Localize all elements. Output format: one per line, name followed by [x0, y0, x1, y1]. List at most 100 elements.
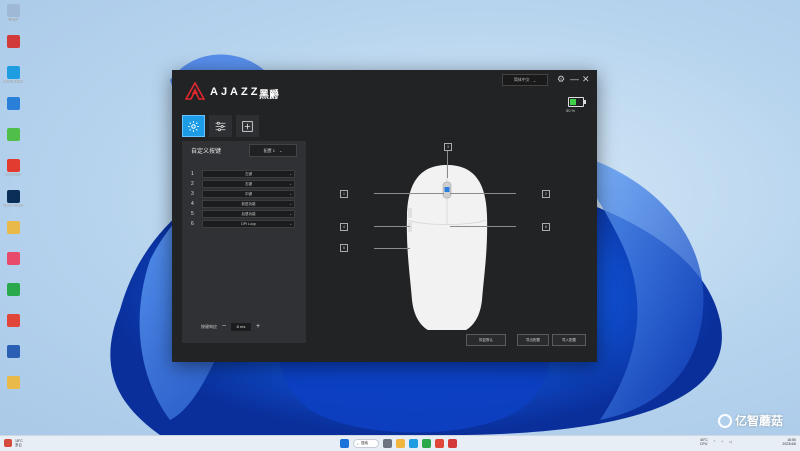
taskbar-search[interactable]: ⌕ 搜索: [353, 439, 379, 448]
weather-widget[interactable]: 18°C 多云: [4, 439, 23, 447]
desktop-icon[interactable]: Adobe Photoshop: [3, 190, 23, 214]
cpu-label: CPU: [700, 442, 708, 446]
edge-icon[interactable]: [409, 439, 418, 448]
button-row-1: 1 左键 ⌄: [191, 170, 295, 178]
desktop-icon[interactable]: 回收站: [3, 4, 23, 28]
callout-1: 1: [340, 190, 348, 198]
button-row-5: 5 后退功能 ⌄: [191, 210, 295, 218]
chevron-down-icon: ⌄: [289, 192, 292, 196]
desktop-icon[interactable]: [3, 252, 23, 276]
system-tray: 40°C CPU ⌃ ◠ ◁: [700, 438, 732, 446]
desktop-app-icon: [6, 190, 20, 203]
button-number: 4: [191, 201, 194, 207]
tab-sliders[interactable]: [209, 115, 232, 137]
desktop-app-icon: [6, 4, 20, 17]
battery-icon: [568, 97, 586, 107]
button-function-select[interactable]: 左键 ⌄: [202, 170, 295, 178]
add-square-icon: [242, 120, 253, 132]
brand-name-cn: 黑爵: [259, 90, 279, 101]
debounce-label: 按键响应: [201, 324, 217, 329]
search-icon: ⌕: [357, 441, 359, 446]
panel-title: 自定义按键: [191, 149, 222, 155]
desktop-icon[interactable]: [3, 345, 23, 369]
chevron-down-icon: ⌄: [532, 77, 537, 83]
chevron-down-icon: ⌄: [289, 222, 292, 226]
gear-icon: [188, 120, 199, 132]
volume-icon[interactable]: ◁: [729, 440, 732, 444]
desktop-icon[interactable]: [3, 221, 23, 245]
chevron-down-icon: ⌄: [289, 172, 292, 176]
minimize-button[interactable]: —: [570, 73, 579, 85]
close-button[interactable]: ✕: [582, 73, 590, 85]
start-windows-icon[interactable]: [340, 439, 349, 448]
desktop-app-icon: [6, 97, 20, 110]
language-select[interactable]: 简体中文 ⌄: [502, 74, 548, 86]
button-number: 3: [191, 191, 194, 197]
export-config-button[interactable]: 导出配置: [517, 334, 549, 346]
button-number: 6: [191, 221, 194, 227]
taskbar-search-label: 搜索: [360, 441, 368, 445]
button-function-value: 右键: [245, 181, 252, 186]
desktop-icon[interactable]: [3, 35, 23, 59]
taskbar-apps: ⌕ 搜索: [340, 439, 457, 448]
config-select-value: 配置 1: [263, 147, 275, 153]
tab-settings[interactable]: [182, 115, 205, 137]
ajazz-app-window: AJAZZ 黑爵 简体中文 ⌄ ⚙ — ✕ 50 % 自定义按键 配置 1 ⌄ …: [172, 70, 597, 362]
restore-default-button[interactable]: 恢复默认: [466, 334, 506, 346]
store-icon[interactable]: [422, 439, 431, 448]
taskbar: 18°C 多云 ⌕ 搜索 40°C CPU ⌃ ◠ ◁ 16:50 2023/4…: [0, 435, 800, 451]
desktop-icon[interactable]: [3, 376, 23, 400]
weather-desc: 多云: [15, 443, 22, 447]
watermark: 亿智蘑菇: [718, 412, 783, 429]
desktop-app-icon: [6, 283, 20, 296]
task-view-icon[interactable]: [383, 439, 392, 448]
debounce-decrease-button[interactable]: −: [220, 323, 228, 331]
button-function-select[interactable]: 右键 ⌄: [202, 180, 295, 188]
ajazz-taskbar-icon[interactable]: [448, 439, 457, 448]
import-config-button[interactable]: 导入配置: [552, 334, 586, 346]
file-explorer-icon[interactable]: [396, 439, 405, 448]
desktop-icon[interactable]: [3, 314, 23, 338]
button-function-select[interactable]: DPI Loop ⌄: [202, 220, 295, 228]
desktop-icon[interactable]: WPS Office: [3, 159, 23, 183]
desktop-app-icon: [6, 345, 20, 358]
desktop-icon[interactable]: [3, 283, 23, 307]
brand-name: AJAZZ: [210, 86, 261, 98]
battery-fill: [570, 99, 576, 105]
tab-macro[interactable]: [236, 115, 259, 137]
desktop-icon[interactable]: Microsoft Edge: [3, 66, 23, 90]
chevron-up-icon[interactable]: ⌃: [713, 440, 716, 444]
clock-date: 2023/4/6: [782, 442, 796, 446]
watermark-logo-icon: [718, 413, 732, 428]
desktop-app-icon: [6, 221, 20, 234]
gear-icon[interactable]: ⚙: [557, 73, 565, 85]
chevron-down-icon: ⌄: [289, 202, 292, 206]
button-row-4: 4 前进功能 ⌄: [191, 200, 295, 208]
wps-icon[interactable]: [435, 439, 444, 448]
weather-icon: [4, 439, 12, 447]
wifi-icon[interactable]: ◠: [721, 440, 724, 444]
button-function-select[interactable]: 中键 ⌄: [202, 190, 295, 198]
desktop-icon-label: Microsoft Edge: [3, 80, 23, 83]
button-function-select[interactable]: 后退功能 ⌄: [202, 210, 295, 218]
button-number: 2: [191, 181, 194, 187]
watermark-text: 亿智蘑菇: [735, 414, 784, 428]
chevron-down-icon: ⌄: [289, 212, 292, 216]
button-function-value: 前进功能: [241, 201, 256, 206]
clock[interactable]: 16:50 2023/4/6: [776, 438, 796, 446]
debounce-increase-button[interactable]: +: [254, 323, 262, 331]
chevron-down-icon: ⌄: [289, 182, 292, 186]
custom-buttons-panel: 自定义按键 配置 1 ⌄ 1 左键 ⌄ 2 右键 ⌄ 3 中键 ⌄ 4 前进功能 ⌄ 5 后退功能 ⌄ 6 DP…: [182, 141, 306, 343]
desktop-icon[interactable]: [3, 128, 23, 152]
desktop-app-icon: [6, 252, 20, 265]
desktop-app-icon: [6, 66, 20, 79]
desktop-icon-label: 回收站: [8, 18, 18, 21]
callout-5: 5: [340, 244, 348, 252]
callout-2: 2: [542, 190, 550, 198]
config-select[interactable]: 配置 1 ⌄: [249, 144, 297, 157]
button-function-select[interactable]: 前进功能 ⌄: [202, 200, 295, 208]
ajazz-logo-icon: [185, 82, 205, 100]
desktop-app-icon: [6, 35, 20, 48]
debounce-value: 8 ms: [231, 323, 251, 331]
desktop-icon[interactable]: [3, 97, 23, 121]
